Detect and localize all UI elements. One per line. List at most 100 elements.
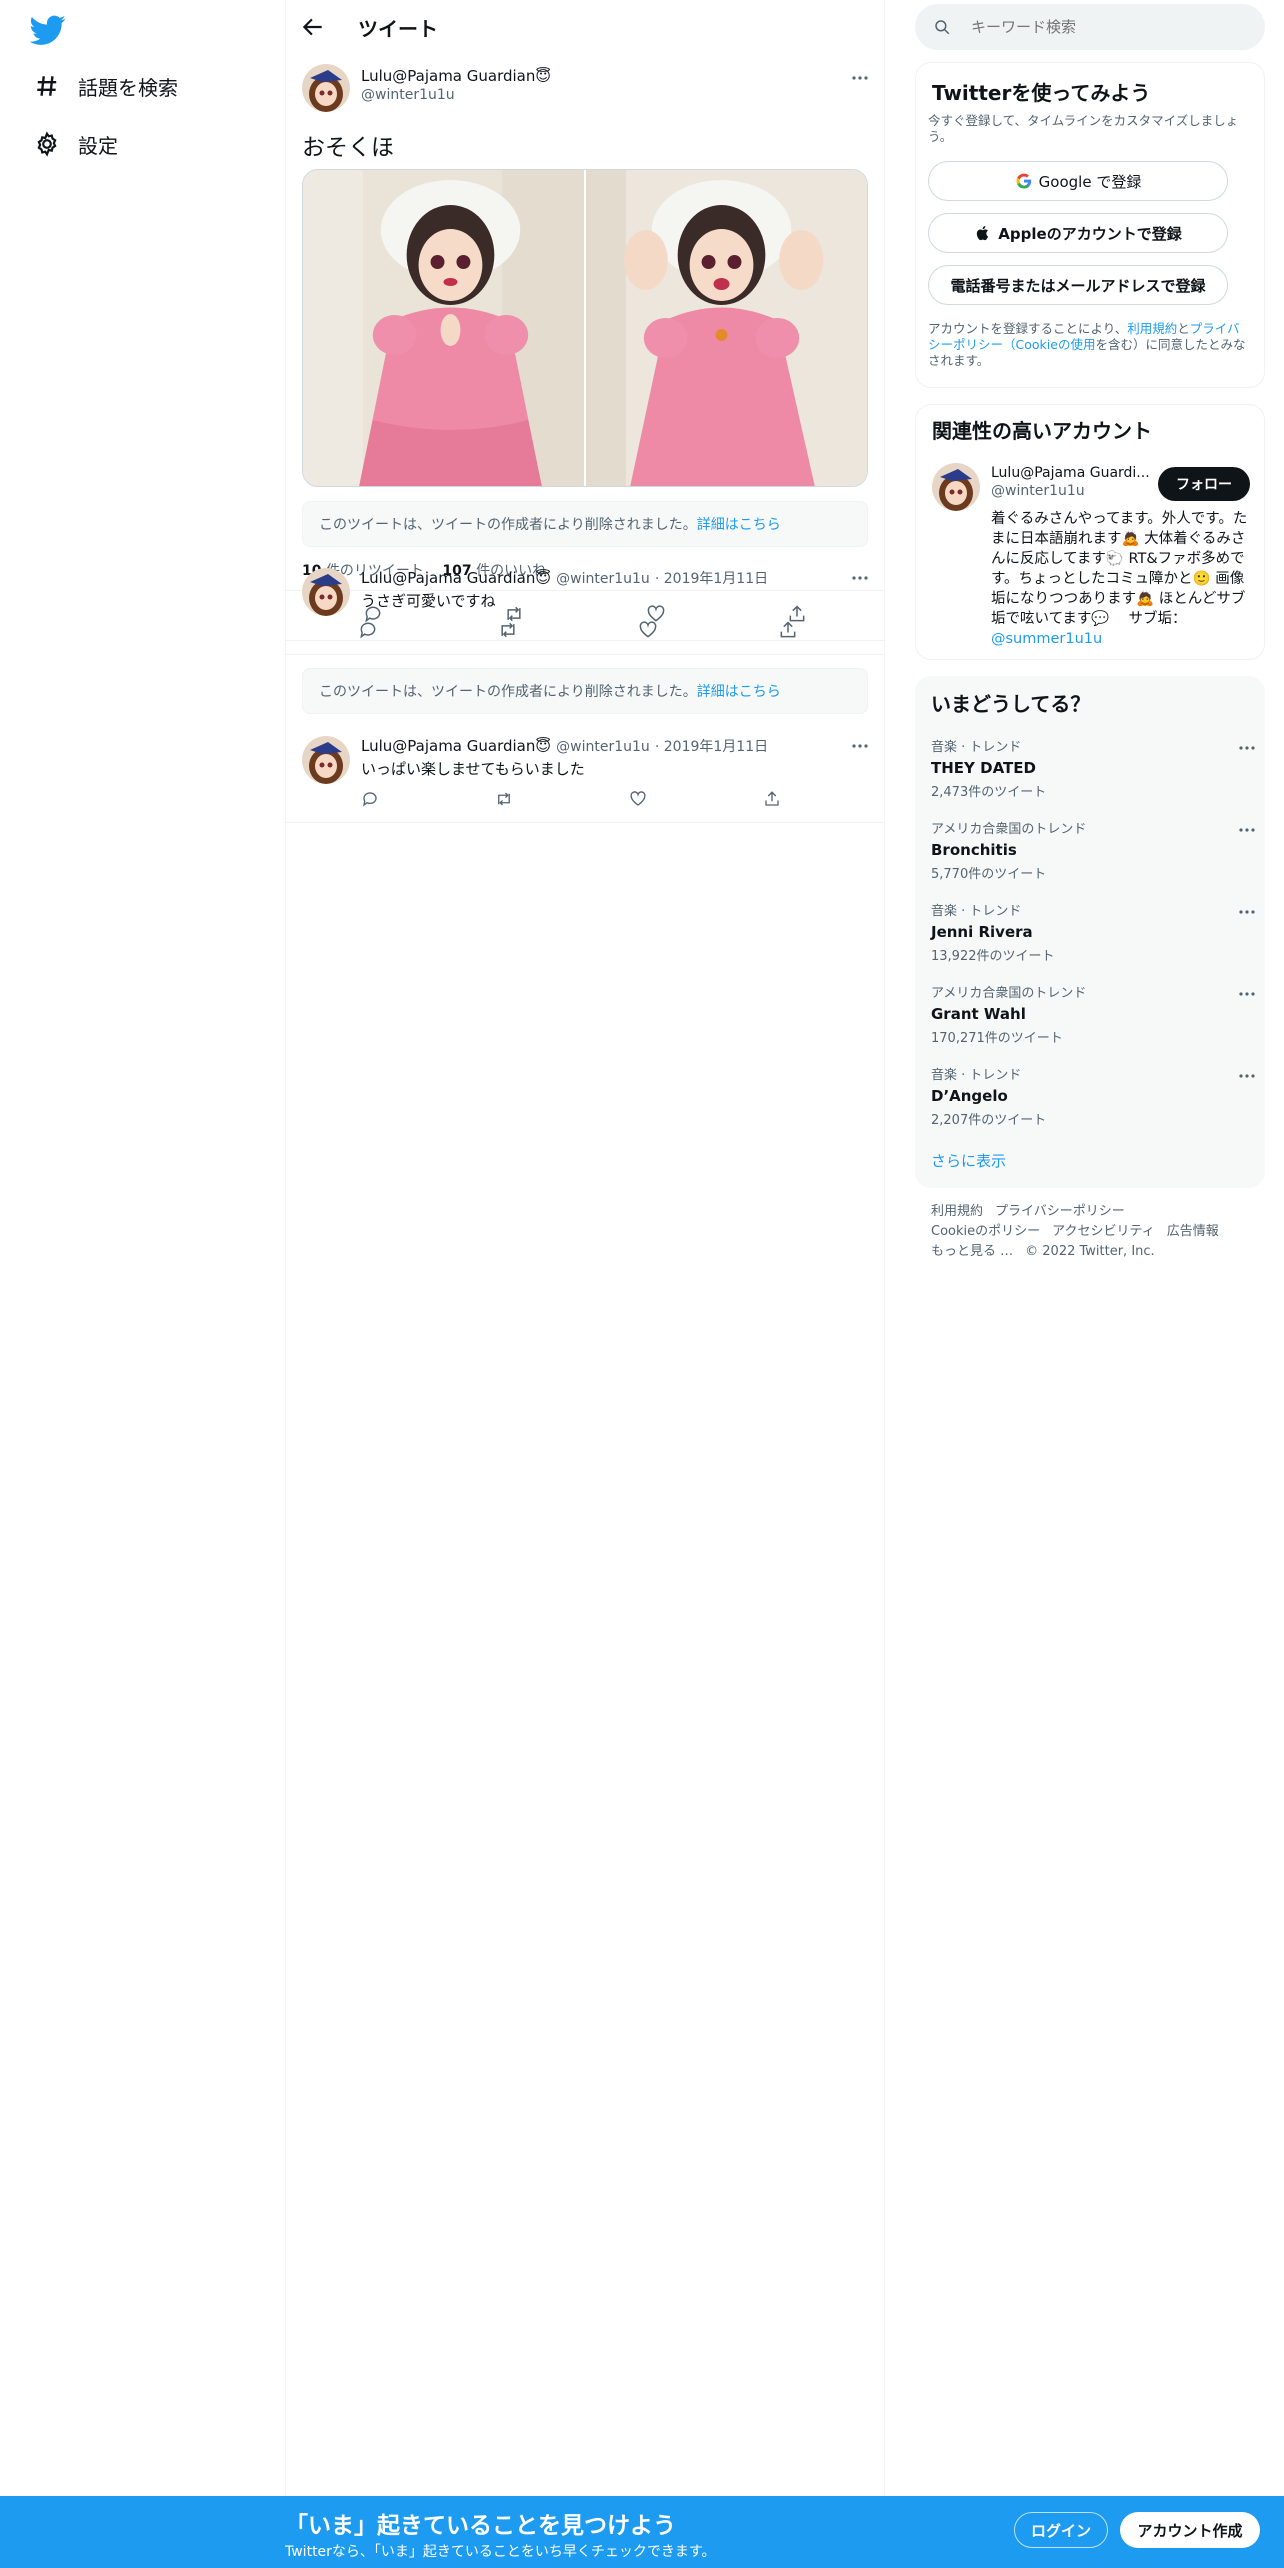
- avatar-image: [302, 568, 350, 616]
- more-icon[interactable]: [1235, 900, 1259, 924]
- footer-copyright: © 2022 Twitter, Inc.: [1025, 1244, 1155, 1259]
- avatar[interactable]: [932, 463, 980, 511]
- reply-header: Lulu@Pajama Guardian😇 @winter1u1u · 2019…: [361, 736, 768, 756]
- phone-email-signup-button[interactable]: 電話番号またはメールアドレスで登録: [928, 265, 1228, 305]
- divider: [286, 822, 885, 823]
- author-name[interactable]: Lulu@Pajama Guardian😇: [361, 737, 551, 755]
- gear-icon: [37, 131, 57, 157]
- author-name[interactable]: Lulu@Pajama Guardian😇: [361, 569, 551, 587]
- trend-item[interactable]: 音楽 · トレンド THEY DATED 2,473件のツイート: [931, 736, 1255, 816]
- hashtag-icon: [37, 76, 57, 96]
- reply-text: うさぎ可愛いですね: [361, 592, 496, 610]
- related-account-name: Lulu@Pajama Guardi...: [991, 465, 1150, 481]
- divider: [286, 640, 885, 641]
- login-button[interactable]: ログイン: [1014, 2512, 1108, 2548]
- reply-text: いっぱい楽しませてもらいました: [361, 760, 585, 778]
- bottom-bar-title: 「いま」起きていることを見つけよう: [285, 2513, 676, 2539]
- related-accounts-panel: 関連性の高いアカウント Lulu@Pajama Guardi... @winte…: [915, 404, 1265, 660]
- follow-button[interactable]: フォロー: [1158, 467, 1250, 501]
- google-icon: [1016, 173, 1031, 189]
- deleted-tweet-notice: このツイートは、ツイートの作成者により削除されました。 詳細はこちら: [302, 668, 868, 714]
- trend-item[interactable]: アメリカ合衆国のトレンド Bronchitis 5,770件のツイート: [931, 818, 1255, 898]
- show-more-link[interactable]: さらに表示: [931, 1150, 1006, 1171]
- avatar[interactable]: [302, 568, 350, 616]
- author-handle[interactable]: @winter1u1u: [556, 739, 650, 755]
- deleted-details-link[interactable]: 詳細はこちら: [697, 514, 781, 534]
- deleted-notice-text: このツイートは、ツイートの作成者により削除されました。: [319, 684, 697, 700]
- trend-count: 13,922件のツイート: [931, 949, 1055, 964]
- more-icon[interactable]: [1235, 982, 1259, 1006]
- footer-more[interactable]: もっと見る …: [931, 1244, 1013, 1259]
- footer-links: 利用規約 プライバシーポリシー Cookieのポリシー アクセシビリティ 広告情報 も…: [931, 1202, 1251, 1262]
- trend-item[interactable]: 音楽 · トレンド Jenni Rivera 13,922件のツイート: [931, 900, 1255, 980]
- footer-terms[interactable]: 利用規約: [931, 1204, 983, 1219]
- bio-link[interactable]: @summer1u1u: [991, 631, 1102, 647]
- back-arrow-icon[interactable]: [300, 14, 326, 40]
- trend-item[interactable]: アメリカ合衆国のトレンド Grant Wahl 170,271件のツイート: [931, 982, 1255, 1062]
- like-icon[interactable]: [629, 790, 647, 808]
- like-icon[interactable]: [638, 620, 658, 640]
- author-handle[interactable]: @winter1u1u: [556, 571, 650, 587]
- search-icon: [935, 20, 950, 35]
- avatar[interactable]: [302, 64, 350, 112]
- reply-actions: [361, 790, 781, 808]
- footer-cookie[interactable]: Cookieのポリシー: [931, 1224, 1040, 1239]
- more-icon[interactable]: [848, 66, 872, 90]
- terms-note: アカウントを登録することにより、利用規約とプライバシーポリシー（Cookieの使…: [928, 321, 1248, 369]
- reply-icon[interactable]: [361, 790, 379, 808]
- related-account-info[interactable]: Lulu@Pajama Guardi... @winter1u1u: [991, 465, 1151, 499]
- trend-context: アメリカ合衆国のトレンド: [931, 986, 1087, 1001]
- right-sidebar: Twitterを使ってみよう 今すぐ登録して、タイムラインをカスタマイズしましょ…: [915, 0, 1265, 2496]
- avatar-image: [302, 64, 350, 112]
- deleted-details-link[interactable]: 詳細はこちら: [697, 681, 781, 701]
- more-icon[interactable]: [1235, 1064, 1259, 1088]
- related-account-handle: @winter1u1u: [991, 483, 1085, 499]
- terms-link[interactable]: 利用規約: [1127, 321, 1177, 336]
- bio-text: 着ぐるみさんやってます。外人です。たまに日本語崩れます🙇 大体着ぐるみさんに反応…: [991, 511, 1248, 627]
- bottom-signup-bar: 「いま」起きていることを見つけよう Twitterなら、「いま」起きていることを…: [0, 2496, 1284, 2568]
- more-icon[interactable]: [1235, 736, 1259, 760]
- trend-name: Grant Wahl: [931, 1005, 1026, 1023]
- footer-privacy[interactable]: プライバシーポリシー: [995, 1204, 1125, 1219]
- tweet-photo-2[interactable]: [586, 170, 867, 486]
- more-icon[interactable]: [848, 566, 872, 590]
- tweet-author[interactable]: Lulu@Pajama Guardian😇 @winter1u1u: [361, 67, 551, 103]
- share-icon[interactable]: [763, 790, 781, 808]
- signup-subtitle: 今すぐ登録して、タイムラインをカスタマイズしましょう。: [928, 113, 1239, 144]
- twitter-logo-icon[interactable]: [30, 12, 66, 48]
- reply-actions: [358, 620, 798, 640]
- more-icon[interactable]: [848, 734, 872, 758]
- tweet-photo-1[interactable]: [303, 170, 584, 486]
- divider: [286, 654, 885, 655]
- signup-title: Twitterを使ってみよう: [932, 81, 1151, 105]
- page-header: ツイート: [286, 0, 885, 54]
- cookie-link[interactable]: （Cookieの使用: [1003, 337, 1095, 352]
- apple-icon: [977, 225, 989, 241]
- tweet-date[interactable]: · 2019年1月11日: [655, 739, 768, 755]
- retweet-icon[interactable]: [495, 790, 513, 808]
- related-account-bio: 着ぐるみさんやってます。外人です。たまに日本語崩れます🙇 大体着ぐるみさんに反応…: [991, 509, 1251, 649]
- reply-icon[interactable]: [358, 620, 378, 640]
- tweet-date[interactable]: · 2019年1月11日: [655, 571, 768, 587]
- trend-item[interactable]: 音楽 · トレンド D’Angelo 2,207件のツイート: [931, 1064, 1255, 1144]
- photo-costume-1: [303, 170, 584, 486]
- trend-count: 5,770件のツイート: [931, 867, 1047, 882]
- google-signup-button[interactable]: Google で登録: [928, 161, 1228, 201]
- apple-signup-button[interactable]: Appleのアカウントで登録: [928, 213, 1228, 253]
- trend-name: Jenni Rivera: [931, 923, 1033, 941]
- create-account-button[interactable]: アカウント作成: [1120, 2512, 1260, 2548]
- trend-name: THEY DATED: [931, 759, 1036, 777]
- footer-accessibility[interactable]: アクセシビリティ: [1052, 1224, 1155, 1239]
- author-name: Lulu@Pajama Guardian😇: [361, 67, 552, 85]
- search-input[interactable]: [971, 18, 1231, 36]
- reply-header: Lulu@Pajama Guardian😇 @winter1u1u · 2019…: [361, 568, 768, 588]
- trend-name: Bronchitis: [931, 841, 1017, 859]
- avatar[interactable]: [302, 736, 350, 784]
- trends-title: いまどうしてる？: [931, 692, 1091, 716]
- nav-settings[interactable]: 設定: [34, 124, 118, 164]
- share-icon[interactable]: [778, 620, 798, 640]
- more-icon[interactable]: [1235, 818, 1259, 842]
- nav-explore[interactable]: 話題を検索: [34, 66, 178, 106]
- footer-ads[interactable]: 広告情報: [1167, 1224, 1219, 1239]
- retweet-icon[interactable]: [498, 620, 518, 640]
